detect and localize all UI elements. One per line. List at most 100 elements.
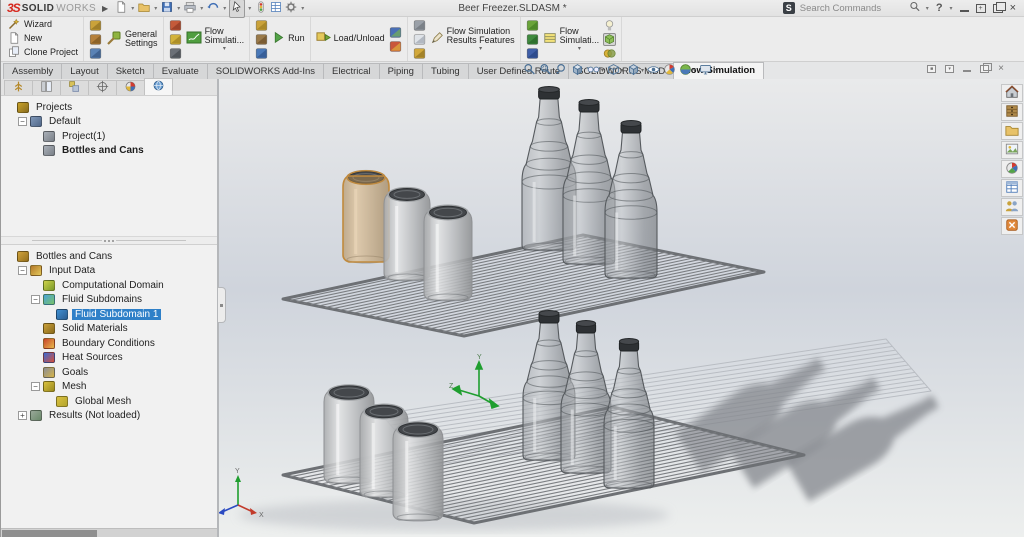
section-view-button[interactable] [571, 63, 584, 79]
search-commands[interactable]: S Search Commands ▾ [783, 1, 929, 16]
tree-item-fluid-subdomain-1[interactable]: −Fluid Subdomain 1 [5, 307, 217, 322]
new-doc-button[interactable] [114, 0, 128, 17]
tab-assembly[interactable]: Assembly [3, 63, 62, 79]
panel-tab-configuration[interactable] [60, 80, 89, 95]
tree-item-fluid-subdomains[interactable]: −Fluid Subdomains [5, 293, 217, 308]
flow-simulati-button[interactable]: Flow Simulati...▾ [186, 27, 245, 52]
restore-button[interactable] [993, 4, 1003, 13]
dropdown-caret-icon[interactable]: ▾ [641, 69, 644, 74]
mini-chart-color-button[interactable] [389, 40, 402, 53]
tree-item-bottles-and-cans[interactable]: −Bottles and Cans [5, 249, 217, 264]
search-scope-icon[interactable]: S [783, 2, 795, 14]
help-caret-icon[interactable]: ▾ [950, 5, 953, 12]
mini-key-gold-button[interactable] [169, 33, 182, 46]
tree-item-solid-materials[interactable]: −Solid Materials [5, 322, 217, 337]
general-settings-button[interactable]: General Settings [106, 30, 158, 49]
load-unload-button[interactable]: Load/Unload [316, 30, 385, 48]
dropdown-caret-icon[interactable]: ▾ [177, 5, 180, 12]
mini-red-folder-button[interactable] [169, 19, 182, 32]
clone-project-button[interactable]: Clone Project [8, 47, 78, 60]
tab-piping[interactable]: Piping [379, 63, 423, 79]
dropdown-caret-icon[interactable]: ▾ [154, 5, 157, 12]
cube-green-button[interactable] [603, 33, 616, 46]
graphics-viewport[interactable]: YZ Y Z X [219, 79, 1024, 537]
doc-pane-button-a[interactable]: ■ [927, 65, 936, 73]
tab-layout[interactable]: Layout [61, 63, 108, 79]
dropdown-caret-icon[interactable]: ▾ [131, 5, 134, 12]
mini-ball-gold-button[interactable] [413, 47, 426, 60]
tab-evaluate[interactable]: Evaluate [153, 63, 208, 79]
tree-item-projects[interactable]: −Projects [5, 100, 217, 115]
undo-button[interactable] [206, 0, 220, 17]
tab-sketch[interactable]: Sketch [107, 63, 154, 79]
close-button[interactable]: × [1010, 2, 1016, 14]
collapse-toggle-icon[interactable]: − [18, 266, 27, 275]
new-button[interactable]: New [8, 33, 78, 46]
balls-button[interactable] [603, 47, 616, 60]
zoom-fit-button[interactable] [523, 63, 536, 79]
mini-blue-button[interactable] [89, 47, 102, 60]
scene-ball-button[interactable]: ▾ [679, 63, 696, 79]
taskpane-users-button[interactable] [1001, 198, 1023, 216]
dropdown-caret-icon[interactable]: ▾ [479, 47, 482, 52]
wizard-button[interactable]: Wizard [8, 19, 78, 32]
doc-restore-button[interactable] [980, 65, 989, 73]
tree-item-boundary-conditions[interactable]: −Boundary Conditions [5, 336, 217, 351]
tree-item-default[interactable]: −Default [5, 115, 217, 130]
dropdown-caret-icon[interactable]: ▾ [223, 47, 226, 52]
mini-gold2-button[interactable] [255, 19, 268, 32]
rebuild-traffic-light-button[interactable] [254, 0, 268, 17]
panel-tab-features-tree[interactable] [4, 80, 33, 95]
tree-item-heat-sources[interactable]: −Heat Sources [5, 351, 217, 366]
taskpane-drawer-button[interactable] [1001, 103, 1023, 121]
dropdown-caret-icon[interactable]: ▾ [693, 69, 696, 74]
print-button[interactable] [183, 0, 197, 17]
tree-item-computational-domain[interactable]: −Computational Domain [5, 278, 217, 293]
mini-xls-green-button[interactable] [526, 33, 539, 46]
mini-chart-blue-button[interactable] [255, 47, 268, 60]
dropdown-caret-icon[interactable]: ▾ [578, 47, 581, 52]
panel-tab-dimxpert-target[interactable] [88, 80, 117, 95]
minimize-button[interactable] [960, 10, 969, 12]
mini-dark-tools-button[interactable] [169, 47, 182, 60]
collapse-toggle-icon[interactable]: − [31, 382, 40, 391]
tree-item-project-1[interactable]: −Project(1) [5, 129, 217, 144]
flow-simulati-button[interactable]: Flow Simulati...▾ [543, 27, 600, 52]
search-input[interactable]: Search Commands [800, 3, 904, 14]
mini-hdd-blue-button[interactable] [389, 26, 402, 39]
scrollbar-thumb[interactable] [2, 530, 97, 537]
dropdown-caret-icon[interactable]: ▾ [200, 5, 203, 12]
new-window-button[interactable]: + [976, 4, 986, 13]
save-button[interactable] [160, 0, 174, 17]
3d-scene[interactable]: YZ Y Z X [219, 79, 1023, 537]
mini-export-green-button[interactable] [526, 19, 539, 32]
panel-tab-flow-simulation-globe[interactable] [144, 78, 173, 95]
panel-splitter[interactable] [1, 236, 217, 245]
dropdown-caret-icon[interactable]: ▾ [301, 5, 304, 12]
mini-brown-button[interactable] [89, 33, 102, 46]
gear-button[interactable] [284, 0, 298, 17]
taskpane-table-grid-button[interactable] [1001, 179, 1023, 197]
dropdown-caret-icon[interactable]: ▾ [621, 69, 624, 74]
table-button[interactable] [269, 0, 283, 17]
dropdown-caret-icon[interactable]: ▾ [223, 5, 226, 12]
panel-collapse-handle[interactable] [218, 287, 226, 323]
solidworks-logo[interactable]: 3S SOLIDWORKS [1, 1, 100, 15]
collapse-toggle-icon[interactable]: − [18, 117, 27, 126]
dropdown-caret-icon[interactable]: ▾ [713, 69, 716, 74]
appearance-ball-button[interactable] [663, 63, 676, 79]
tab-solidworks-add-ins[interactable]: SOLIDWORKS Add-Ins [207, 63, 324, 79]
tab-tubing[interactable]: Tubing [422, 63, 469, 79]
dropdown-caret-icon[interactable]: ▾ [248, 5, 251, 12]
mini-word-button[interactable] [526, 47, 539, 60]
doc-pane-button-b[interactable]: ▾ [945, 65, 954, 73]
tab-electrical[interactable]: Electrical [323, 63, 380, 79]
panel-tab-display-manager[interactable] [116, 80, 145, 95]
panel-horizontal-scrollbar[interactable] [1, 528, 217, 537]
glasses-button[interactable]: ▾ [587, 63, 604, 79]
doc-minimize-button[interactable] [963, 70, 971, 72]
panel-tab-property-manager[interactable] [32, 80, 61, 95]
search-caret-icon[interactable]: ▾ [926, 5, 929, 12]
taskpane-image-button[interactable] [1001, 141, 1023, 159]
previous-view-button[interactable] [555, 63, 568, 79]
